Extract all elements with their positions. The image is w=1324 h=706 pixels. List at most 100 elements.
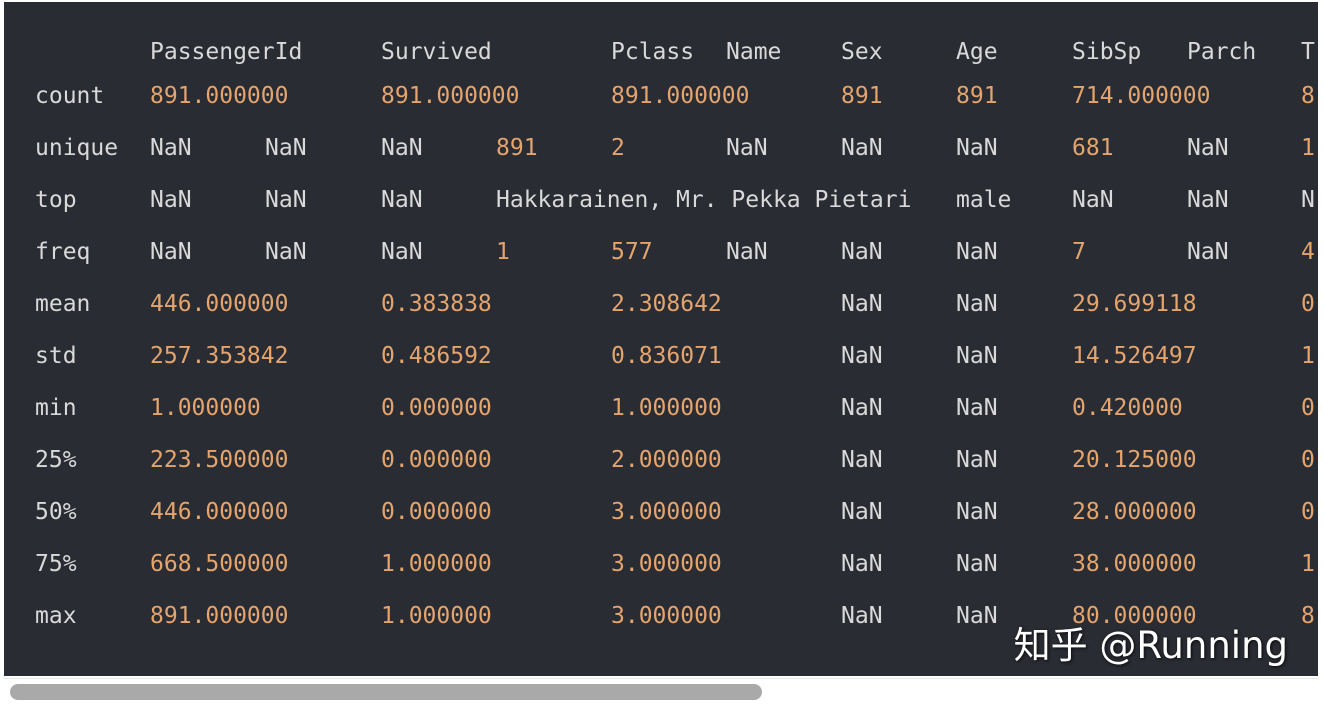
- watermark: 知乎 @Running: [1013, 624, 1288, 667]
- table-cell: 4: [1301, 239, 1315, 265]
- table-cell: NaN: [956, 239, 998, 265]
- table-cell: NaN: [841, 343, 883, 369]
- table-cell: 3.000000: [611, 603, 722, 629]
- table-cell: 1.000000: [381, 603, 492, 629]
- table-cell: 0.420000: [1072, 395, 1183, 421]
- table-cell: 1.000000: [150, 395, 261, 421]
- table-cell: 20.125000: [1072, 447, 1197, 473]
- table-cell: NaN: [956, 551, 998, 577]
- table-cell: 257.353842: [150, 343, 289, 369]
- table-cell: 0: [1301, 395, 1315, 421]
- row-index-label: unique: [35, 135, 119, 161]
- table-cell: NaN: [956, 447, 998, 473]
- table-cell: 668.500000: [150, 551, 289, 577]
- table-cell: 891: [496, 135, 538, 161]
- table-cell: 577: [611, 239, 653, 265]
- table-cell: 0: [1301, 499, 1315, 525]
- table-cell: NaN: [841, 603, 883, 629]
- table-cell: NaN: [150, 187, 192, 213]
- table-cell: 8: [1301, 603, 1315, 629]
- table-cell: NaN: [956, 135, 998, 161]
- column-header: Sex: [841, 39, 883, 65]
- table-cell: 1: [1301, 343, 1315, 369]
- scrollbar-thumb[interactable]: [10, 684, 762, 700]
- table-cell: 1.000000: [381, 551, 492, 577]
- table-cell: 223.500000: [150, 447, 289, 473]
- table-cell: 38.000000: [1072, 551, 1197, 577]
- table-cell: 28.000000: [1072, 499, 1197, 525]
- table-cell: NaN: [956, 343, 998, 369]
- table-cell: 2: [611, 135, 625, 161]
- row-index-label: 25%: [35, 447, 77, 473]
- row-index-label: max: [35, 603, 77, 629]
- table-cell: 3.000000: [611, 551, 722, 577]
- table-cell: NaN: [841, 291, 883, 317]
- table-cell: 2.308642: [611, 291, 722, 317]
- table-cell: 7: [1072, 239, 1086, 265]
- table-cell: NaN: [726, 135, 768, 161]
- row-index-label: top: [35, 187, 77, 213]
- table-cell: 0.486592: [381, 343, 492, 369]
- column-header: Name: [726, 39, 782, 65]
- table-cell: Hakkarainen, Mr. Pekka Pietari: [496, 187, 912, 213]
- table-cell: male: [956, 187, 1012, 213]
- row-index-label: 50%: [35, 499, 77, 525]
- table-cell: 3.000000: [611, 499, 722, 525]
- row-index-label: count: [35, 83, 105, 109]
- table-cell: 1: [1301, 135, 1315, 161]
- table-cell: 891: [956, 83, 998, 109]
- table-cell: NaN: [841, 395, 883, 421]
- table-cell: NaN: [265, 187, 307, 213]
- table-cell: 2.000000: [611, 447, 722, 473]
- table-cell: NaN: [1187, 135, 1229, 161]
- row-index-label: std: [35, 343, 77, 369]
- table-cell: 446.000000: [150, 291, 289, 317]
- column-header: Survived: [381, 39, 492, 65]
- table-cell: 1.000000: [611, 395, 722, 421]
- table-cell: NaN: [841, 447, 883, 473]
- table-cell: 681: [1072, 135, 1114, 161]
- table-cell: 1: [496, 239, 510, 265]
- table-cell: NaN: [150, 135, 192, 161]
- table-cell: NaN: [381, 239, 423, 265]
- table-cell: 714.000000: [1072, 83, 1211, 109]
- table-cell: 891.000000: [611, 83, 750, 109]
- table-cell: NaN: [1072, 187, 1114, 213]
- row-index-label: freq: [35, 239, 91, 265]
- row-index-label: mean: [35, 291, 91, 317]
- column-header: Pclass: [611, 39, 695, 65]
- table-cell: NaN: [1187, 187, 1229, 213]
- table-cell: N: [1301, 187, 1315, 213]
- table-cell: NaN: [1187, 239, 1229, 265]
- table-cell: 0.000000: [381, 447, 492, 473]
- table-cell: 891.000000: [381, 83, 520, 109]
- table-cell: 0: [1301, 291, 1315, 317]
- table-cell: NaN: [956, 291, 998, 317]
- table-cell: 891.000000: [150, 603, 289, 629]
- column-header: Age: [956, 39, 998, 65]
- table-cell: NaN: [841, 551, 883, 577]
- column-header: T: [1301, 39, 1315, 65]
- table-cell: 0: [1301, 447, 1315, 473]
- row-index-label: 75%: [35, 551, 77, 577]
- table-cell: 0.836071: [611, 343, 722, 369]
- table-cell: 0.000000: [381, 499, 492, 525]
- table-cell: NaN: [956, 499, 998, 525]
- table-cell: 891.000000: [150, 83, 289, 109]
- table-cell: NaN: [841, 135, 883, 161]
- table-cell: 14.526497: [1072, 343, 1197, 369]
- notebook-output-frame: PassengerId Survived Pclass Name Sex Age SibSp…: [0, 0, 1324, 706]
- table-cell: NaN: [381, 187, 423, 213]
- describe-table: PassengerId Survived Pclass Name Sex Age SibSp…: [4, 2, 1318, 676]
- table-cell: NaN: [265, 239, 307, 265]
- horizontal-scrollbar[interactable]: [4, 678, 1318, 705]
- row-index-label: min: [35, 395, 77, 421]
- table-cell: NaN: [841, 239, 883, 265]
- table-cell: NaN: [265, 135, 307, 161]
- column-header: Parch: [1187, 39, 1257, 65]
- table-cell: 446.000000: [150, 499, 289, 525]
- table-cell: 0.383838: [381, 291, 492, 317]
- dataframe-output-panel: PassengerId Survived Pclass Name Sex Age SibSp…: [4, 2, 1318, 676]
- table-cell: 29.699118: [1072, 291, 1197, 317]
- table-cell: NaN: [726, 239, 768, 265]
